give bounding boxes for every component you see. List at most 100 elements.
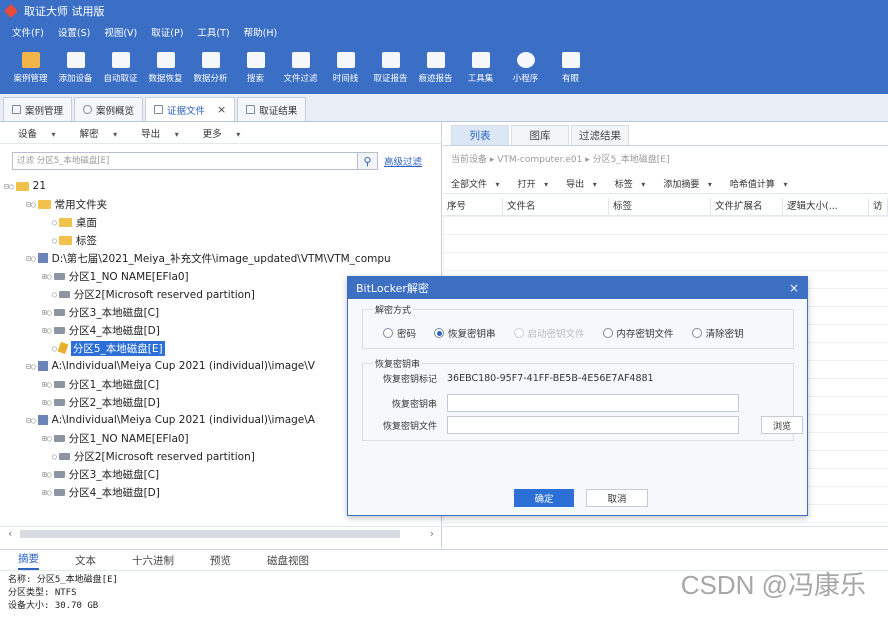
toolbar-timeline[interactable]: 时间线 — [323, 42, 368, 94]
hash-calc-dropdown[interactable]: 哈希值计算 — [730, 177, 788, 190]
menu-settings[interactable]: 设置(S) — [58, 25, 90, 39]
column-header[interactable]: 逻辑大小(... — [783, 198, 869, 215]
expand-toggle[interactable]: ⊟○ — [26, 416, 36, 425]
tab-filter-results[interactable]: 过滤结果 — [571, 125, 629, 145]
tree-node-common-folders[interactable]: ⊟○ 常用文件夹 — [26, 195, 107, 213]
search-button[interactable]: ⚲ — [358, 152, 378, 170]
column-header[interactable]: 文件扩展名 — [711, 198, 783, 215]
app-logo-icon — [3, 3, 19, 19]
column-header[interactable]: 序号 — [443, 198, 503, 215]
radio-password[interactable]: 密码 — [383, 326, 416, 340]
tab-summary[interactable]: 摘要 — [18, 551, 39, 570]
tab-preview[interactable]: 预览 — [210, 553, 231, 568]
expand-toggle[interactable]: ⊞○ — [42, 398, 52, 407]
tree-node-partition[interactable]: ⊞○ 分区1_NO NAME[EFla0] — [42, 267, 189, 285]
radio-memory-key-file[interactable]: 内存密钥文件 — [602, 326, 674, 340]
toolbar-toolset[interactable]: 工具集 — [458, 42, 503, 94]
tree-node-partition[interactable]: ○ 分区2[Microsoft reserved partition] — [52, 285, 255, 303]
cancel-button[interactable]: 取消 — [586, 489, 648, 507]
export-dropdown[interactable]: 导出 — [141, 126, 179, 140]
tree-node-desktop[interactable]: ○ 桌面 — [52, 213, 97, 231]
browse-button[interactable]: 浏览 — [761, 416, 803, 434]
tab-text[interactable]: 文本 — [75, 553, 96, 568]
tag-dropdown[interactable]: 标签 — [615, 177, 646, 190]
tree-node-image-vtm[interactable]: ⊟○ D:\第七届\2021_Meiya_补充文件\image_updated\V… — [26, 249, 391, 267]
tree-node-image-individual-v[interactable]: ⊟○ A:\Individual\Meiya Cup 2021 (individu… — [26, 357, 315, 375]
expand-toggle[interactable]: ⊞○ — [42, 434, 52, 443]
ok-button[interactable]: 确定 — [514, 489, 574, 507]
expand-toggle[interactable]: ⊞○ — [42, 326, 52, 335]
tree-node-partition[interactable]: ⊞○ 分区3_本地磁盘[C] — [42, 303, 159, 321]
decrypt-dropdown[interactable]: 解密 — [80, 126, 118, 140]
tree-node-root[interactable]: ⊟○ 21 — [4, 177, 46, 195]
tree-horizontal-scrollbar[interactable]: ‹ › — [0, 526, 442, 540]
recovery-key-file-input[interactable] — [447, 416, 739, 434]
scroll-thumb[interactable] — [20, 530, 400, 538]
tab-hex[interactable]: 十六进制 — [132, 553, 174, 568]
tree-node-partition[interactable]: ⊞○ 分区1_本地磁盘[C] — [42, 375, 159, 393]
all-files-dropdown[interactable]: 全部文件 — [451, 177, 500, 190]
filter-input[interactable]: 过滤 分区5_本地磁盘[E] — [12, 152, 358, 170]
recovery-key-input[interactable] — [447, 394, 739, 412]
close-icon[interactable]: × — [789, 281, 799, 295]
scroll-left-icon[interactable]: ‹ — [8, 527, 12, 540]
tab-case-overview[interactable]: 案例概览 — [74, 97, 144, 121]
menu-help[interactable]: 帮助(H) — [244, 25, 278, 39]
toolbar-file-filter[interactable]: 文件过滤 — [278, 42, 323, 94]
expand-toggle[interactable]: ⊟○ — [26, 362, 36, 371]
toolbar-data-recovery[interactable]: 数据恢复 — [143, 42, 188, 94]
tab-forensics-results[interactable]: 取证结果 — [237, 97, 307, 121]
expand-toggle[interactable]: ⊞○ — [42, 488, 52, 497]
menu-file[interactable]: 文件(F) — [12, 25, 44, 39]
expand-toggle[interactable]: ⊞○ — [42, 380, 52, 389]
toolbar-data-analysis[interactable]: 数据分析 — [188, 42, 233, 94]
tab-list[interactable]: 列表 — [451, 125, 509, 145]
tab-gallery[interactable]: 图库 — [511, 125, 569, 145]
tree-node-image-individual-a[interactable]: ⊟○ A:\Individual\Meiya Cup 2021 (individu… — [26, 411, 315, 429]
expand-toggle[interactable]: ⊟○ — [26, 200, 36, 209]
menu-tools[interactable]: 工具(T) — [197, 25, 229, 39]
toolbar-mini-program[interactable]: 小程序 — [503, 42, 548, 94]
tab-case-manage[interactable]: 案例管理 — [3, 97, 73, 121]
column-header[interactable]: 文件名 — [503, 198, 609, 215]
tree-node-partition-selected[interactable]: ○ 分区5_本地磁盘[E] — [52, 339, 165, 357]
radio-clear-key[interactable]: 清除密钥 — [691, 326, 744, 340]
expand-toggle[interactable]: ⊟○ — [4, 182, 14, 191]
tree-node-partition[interactable]: ⊞○ 分区4_本地磁盘[D] — [42, 483, 160, 501]
tree-node-partition[interactable]: ⊞○ 分区4_本地磁盘[D] — [42, 321, 160, 339]
toolbar-label: 有眼 — [561, 74, 579, 84]
expand-toggle[interactable]: ⊞○ — [42, 272, 52, 281]
toolbar-add-device[interactable]: 添加设备 — [53, 42, 98, 94]
tree-node-tags[interactable]: ○ 标签 — [52, 231, 97, 249]
toolbar-trace-report[interactable]: 痕迹报告 — [413, 42, 458, 94]
expand-toggle[interactable]: ⊞○ — [42, 470, 52, 479]
menu-forensics[interactable]: 取证(P) — [151, 25, 183, 39]
toolbar-report[interactable]: 取证报告 — [368, 42, 413, 94]
column-header[interactable]: 标签 — [609, 198, 711, 215]
open-dropdown[interactable]: 打开 — [518, 177, 549, 190]
tab-evidence-files[interactable]: 证据文件 × — [145, 97, 236, 121]
advanced-filter-link[interactable]: 高级过滤 — [384, 154, 422, 168]
tree-node-partition[interactable]: ⊞○ 分区3_本地磁盘[C] — [42, 465, 159, 483]
radio-recovery-key[interactable]: 恢复密钥串 — [434, 326, 496, 340]
expand-toggle[interactable]: ⊞○ — [42, 308, 52, 317]
device-dropdown[interactable]: 设备 — [18, 126, 56, 140]
menu-view[interactable]: 视图(V) — [104, 25, 137, 39]
column-header[interactable]: 访 — [869, 198, 888, 215]
tree-node-partition[interactable]: ○ 分区2[Microsoft reserved partition] — [52, 447, 255, 465]
tree-node-partition[interactable]: ⊞○ 分区1_NO NAME[EFla0] — [42, 429, 189, 447]
tree-node-partition[interactable]: ⊞○ 分区2_本地磁盘[D] — [42, 393, 160, 411]
list-horizontal-scrollbar[interactable] — [443, 526, 888, 540]
dialog-title: BitLocker解密 — [356, 282, 429, 295]
more-dropdown[interactable]: 更多 — [203, 126, 241, 140]
add-digest-dropdown[interactable]: 添加摘要 — [663, 177, 712, 190]
toolbar-case-manage[interactable]: 案例管理 — [8, 42, 53, 94]
tab-disk-view[interactable]: 磁盘视图 — [267, 553, 309, 568]
export-dropdown[interactable]: 导出 — [566, 177, 597, 190]
scroll-right-icon[interactable]: › — [430, 527, 434, 540]
close-tab-icon[interactable]: × — [217, 103, 226, 116]
toolbar-auto-forensics[interactable]: 自动取证 — [98, 42, 143, 94]
toolbar-assistant[interactable]: 有眼 — [548, 42, 593, 94]
expand-toggle[interactable]: ⊟○ — [26, 254, 36, 263]
toolbar-search[interactable]: 搜索 — [233, 42, 278, 94]
